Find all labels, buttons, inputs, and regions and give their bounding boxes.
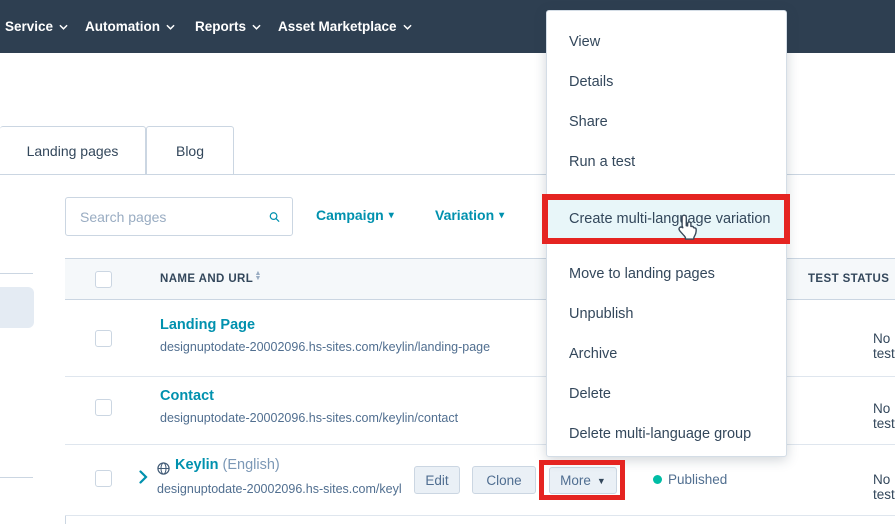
search-pages-box [65,197,293,236]
chevron-down-icon: ▾ [499,209,505,221]
left-panel-divider [0,477,33,478]
nav-item-label: Asset Marketplace [278,19,397,34]
globe-icon [157,462,170,475]
more-button-label: More [560,473,591,488]
left-panel-divider [0,273,33,274]
nav-item-reports[interactable]: Reports [195,0,261,53]
tab-landing-pages[interactable]: Landing pages [0,126,146,175]
page-name-link[interactable]: Contact [160,388,214,404]
menu-item-create-multi-language-variation[interactable]: Create multi-language variation [547,197,786,241]
test-status-value: No test [873,331,895,361]
clone-button[interactable]: Clone [472,466,536,494]
row-checkbox[interactable] [95,330,112,347]
menu-item-details[interactable]: Details [547,62,786,102]
search-icon[interactable] [269,208,280,226]
nav-item-service[interactable]: Service [5,0,68,53]
chevron-down-icon [59,24,68,30]
page-name-link[interactable]: Landing Page [160,317,255,333]
more-actions-menu: View Details Share Run a test Create mul… [546,10,787,457]
campaign-filter-label: Campaign [316,207,384,223]
left-panel-fragment [0,287,34,328]
tab-blog[interactable]: Blog [146,126,234,175]
page-url: designuptodate-20002096.hs-sites.com/key… [157,482,402,496]
nav-item-asset-marketplace[interactable]: Asset Marketplace [278,0,412,53]
chevron-down-icon: ▾ [388,209,394,221]
menu-item-delete-multi-language-group[interactable]: Delete multi-language group [547,414,786,454]
page-language: (English) [222,457,280,473]
page-url: designuptodate-20002096.hs-sites.com/key… [160,411,459,425]
menu-item-run-a-test[interactable]: Run a test [547,142,786,182]
edit-button[interactable]: Edit [414,466,460,494]
search-input[interactable] [66,208,269,225]
page-name-link[interactable]: Keylin (English) [175,457,280,473]
menu-item-archive[interactable]: Archive [547,334,786,374]
select-all-checkbox[interactable] [95,271,112,288]
test-status-value: No test [873,472,895,502]
nav-item-label: Service [5,19,54,34]
menu-item-view[interactable]: View [547,22,786,62]
chevron-down-icon [402,24,412,30]
published-status-dot [653,475,662,484]
page-name: Keylin [175,457,219,473]
tab-label: Blog [175,142,205,159]
nav-item-label: Reports [195,19,247,34]
menu-item-unpublish[interactable]: Unpublish [547,294,786,334]
tab-label: Landing pages [26,142,119,159]
test-status-value: No test [873,401,895,431]
publish-status-label: Published [668,472,728,487]
campaign-filter-dropdown[interactable]: Campaign ▾ [316,207,394,223]
expand-chevron-icon[interactable] [139,470,148,484]
variation-filter-dropdown[interactable]: Variation ▾ [435,207,504,223]
menu-item-delete[interactable]: Delete [547,374,786,414]
row-checkbox[interactable] [95,399,112,416]
nav-item-automation[interactable]: Automation [85,0,175,53]
column-header-test-status: TEST STATUS [808,273,890,285]
column-header-name-and-url: NAME AND URL [160,273,254,285]
more-button[interactable]: More ▼ [549,467,617,494]
nav-item-label: Automation [85,19,160,34]
variation-filter-label: Variation [435,207,495,223]
chevron-down-icon: ▼ [596,475,606,486]
chevron-down-icon [166,24,175,30]
chevron-down-icon [252,24,261,30]
sort-icon[interactable]: ▲ ▼ [253,270,263,282]
page-url: designuptodate-20002096.hs-sites.com/key… [160,340,491,354]
menu-item-share[interactable]: Share [547,102,786,142]
app-window: Service Automation Reports Asset Marketp… [0,0,895,524]
row-checkbox[interactable] [95,470,112,487]
menu-item-move-to-landing-pages[interactable]: Move to landing pages [547,254,786,294]
